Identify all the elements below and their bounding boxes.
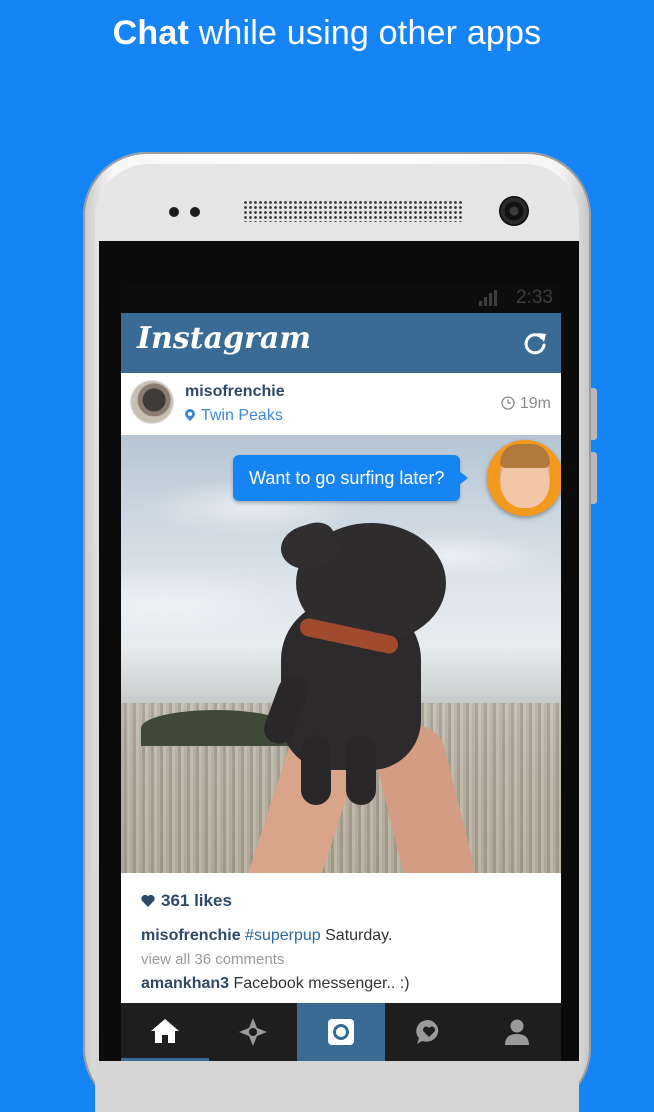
front-camera xyxy=(499,196,529,226)
status-bar: 2:33 xyxy=(121,282,561,312)
avatar[interactable] xyxy=(131,381,173,423)
tab-home[interactable] xyxy=(121,1003,209,1061)
tab-profile[interactable] xyxy=(473,1003,561,1061)
tab-camera[interactable] xyxy=(297,1003,385,1061)
post-footer: 361 likes misofrenchie #superpup Saturda… xyxy=(121,873,561,1003)
likes-count[interactable]: 361 likes xyxy=(141,891,232,911)
comment-username[interactable]: amankhan3 xyxy=(141,975,229,992)
instagram-app: Instagram misofrenchie Twin Peaks 19m Wa… xyxy=(121,313,561,1061)
post-caption: misofrenchie #superpup Saturday. xyxy=(141,927,392,945)
chat-message-bubble[interactable]: Want to go surfing later? xyxy=(233,455,469,501)
app-logo: Instagram xyxy=(137,321,311,356)
camera-icon xyxy=(328,1019,354,1045)
volume-button xyxy=(591,452,597,504)
likes-label: 361 likes xyxy=(161,891,232,910)
caption-text: Saturday. xyxy=(320,927,393,944)
tab-news[interactable] xyxy=(385,1003,473,1061)
time-ago-label: 19m xyxy=(519,395,551,412)
chat-head-hair xyxy=(500,444,550,468)
sensor-dot xyxy=(190,207,200,217)
caption-hashtag[interactable]: #superpup xyxy=(245,927,321,944)
promo-headline: Chat while using other apps xyxy=(0,14,654,53)
comment: amankhan3 Facebook messenger.. :) xyxy=(141,975,410,993)
home-icon xyxy=(151,1019,179,1043)
headline-bold: Chat xyxy=(112,14,189,52)
speaker-grille xyxy=(243,200,463,222)
post-location[interactable]: Twin Peaks xyxy=(185,407,283,425)
heart-icon xyxy=(141,894,155,907)
dog-leg xyxy=(301,735,331,805)
dog-leg xyxy=(346,735,376,805)
caption-username[interactable]: misofrenchie xyxy=(141,927,241,944)
sensor-dot xyxy=(169,207,179,217)
clock-icon xyxy=(501,396,515,410)
chat-head-avatar[interactable] xyxy=(487,440,561,516)
news-icon xyxy=(416,1019,439,1044)
phone-screen: 2:33 Instagram misofrenchie Twin Peaks 1… xyxy=(99,241,579,1061)
refresh-icon[interactable] xyxy=(521,329,549,357)
post-username[interactable]: misofrenchie xyxy=(185,383,285,401)
headline-rest: while using other apps xyxy=(188,14,542,52)
tab-explore[interactable] xyxy=(209,1003,297,1061)
post-photo[interactable]: Want to go surfing later? xyxy=(121,435,561,873)
location-label: Twin Peaks xyxy=(201,407,283,424)
post-timestamp: 19m xyxy=(501,395,551,413)
view-all-comments-link[interactable]: view all 36 comments xyxy=(141,951,284,968)
status-time: 2:33 xyxy=(516,287,553,308)
location-pin-icon xyxy=(185,409,195,421)
comment-text: Facebook messenger.. :) xyxy=(229,975,410,992)
app-header: Instagram xyxy=(121,313,561,373)
profile-icon xyxy=(505,1019,529,1045)
explore-icon xyxy=(239,1018,267,1046)
signal-icon xyxy=(479,290,497,306)
volume-button xyxy=(591,388,597,440)
bottom-tab-bar xyxy=(121,1003,561,1061)
post-header: misofrenchie Twin Peaks 19m xyxy=(121,373,561,435)
